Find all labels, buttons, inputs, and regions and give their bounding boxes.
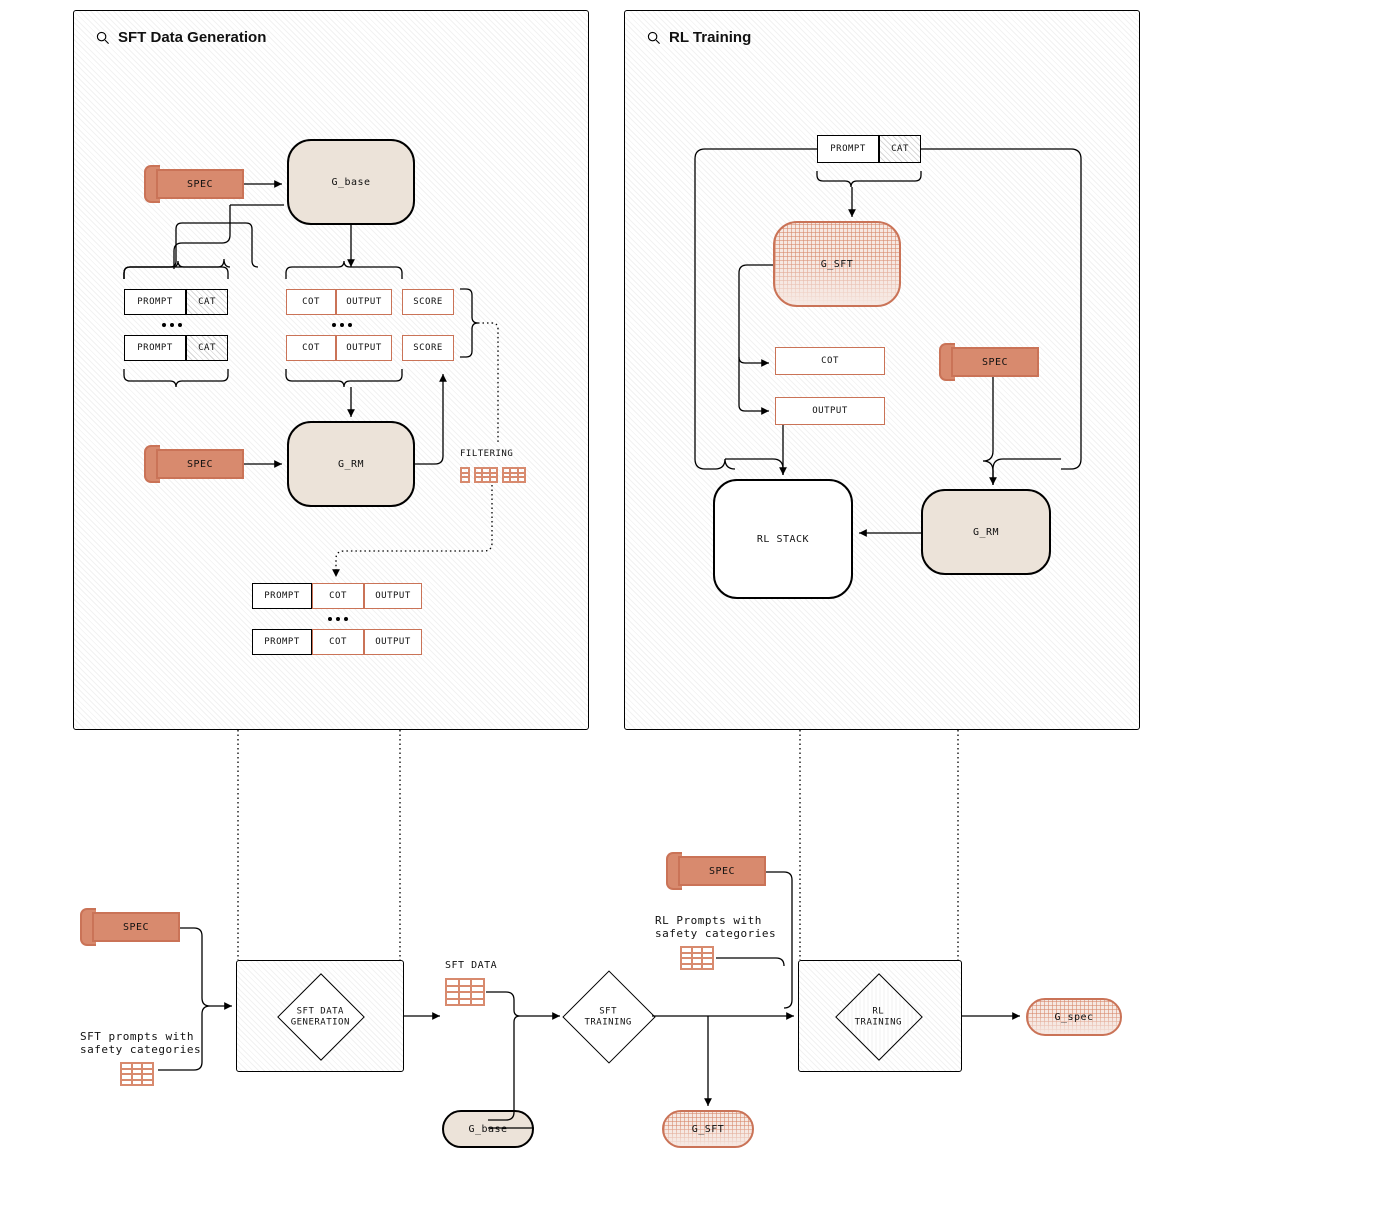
wires-pipeline	[0, 0, 1378, 1210]
diagram-stage: SFT Data Generation SPEC G_base PROMPT C…	[0, 0, 1378, 1210]
